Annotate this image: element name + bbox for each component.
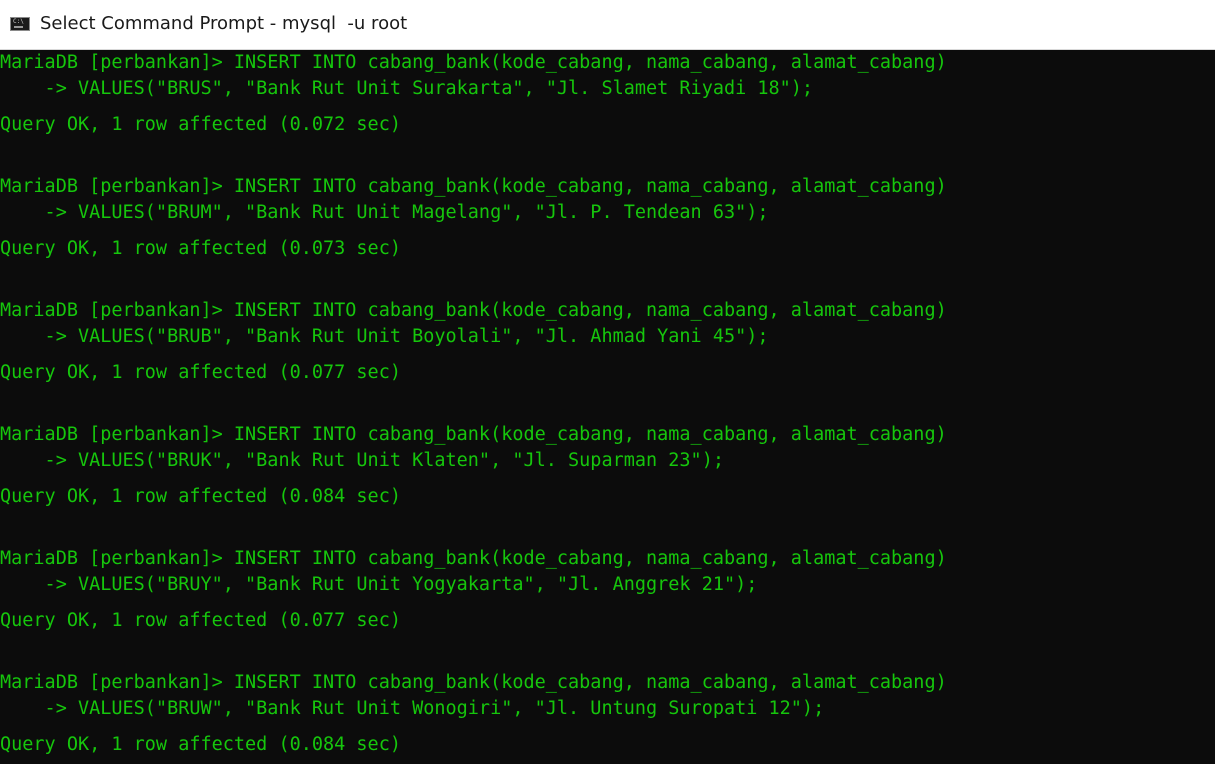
command-prompt-window: C:\ Select Command Prompt - mysql -u roo…	[0, 0, 1215, 764]
icon-cursor-bar	[14, 26, 23, 28]
console-line: -> VALUES("BRUK", "Bank Rut Unit Klaten"…	[0, 450, 724, 471]
console-line: Query OK, 1 row affected (0.084 sec)	[0, 734, 401, 755]
console-line: -> VALUES("BRUY", "Bank Rut Unit Yogyaka…	[0, 574, 758, 595]
console-line: Query OK, 1 row affected (0.073 sec)	[0, 238, 401, 259]
console-line: MariaDB [perbankan]> INSERT INTO cabang_…	[0, 52, 947, 73]
console-output[interactable]: MariaDB [perbankan]> INSERT INTO cabang_…	[0, 50, 1215, 764]
console-line: MariaDB [perbankan]> INSERT INTO cabang_…	[0, 672, 947, 693]
console-line: -> VALUES("BRUM", "Bank Rut Unit Magelan…	[0, 202, 769, 223]
window-title: Select Command Prompt - mysql -u root	[40, 13, 408, 34]
console-line: Query OK, 1 row affected (0.084 sec)	[0, 486, 401, 507]
console-line: MariaDB [perbankan]> INSERT INTO cabang_…	[0, 300, 947, 321]
console-line: Query OK, 1 row affected (0.072 sec)	[0, 114, 401, 135]
console-line: -> VALUES("BRUB", "Bank Rut Unit Boyolal…	[0, 326, 769, 347]
icon-glyph: C:\	[13, 18, 24, 25]
console-line: MariaDB [perbankan]> INSERT INTO cabang_…	[0, 176, 947, 197]
command-prompt-icon[interactable]: C:\	[10, 17, 30, 31]
console-line: MariaDB [perbankan]> INSERT INTO cabang_…	[0, 548, 947, 569]
console-line: MariaDB [perbankan]> INSERT INTO cabang_…	[0, 424, 947, 445]
console-line: -> VALUES("BRUW", "Bank Rut Unit Wonogir…	[0, 698, 825, 719]
console-line: -> VALUES("BRUS", "Bank Rut Unit Surakar…	[0, 78, 814, 99]
title-bar[interactable]: C:\ Select Command Prompt - mysql -u roo…	[0, 0, 1215, 50]
console-line: Query OK, 1 row affected (0.077 sec)	[0, 610, 401, 631]
console-line: Query OK, 1 row affected (0.077 sec)	[0, 362, 401, 383]
